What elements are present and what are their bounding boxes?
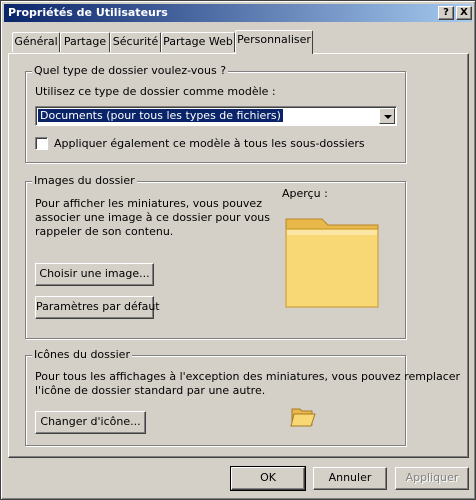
folder-template-select[interactable]: Documents (pour tous les types de fichie… bbox=[35, 106, 397, 126]
tab-web-sharing[interactable]: Partage Web bbox=[161, 32, 235, 52]
apply-to-subfolders-checkbox[interactable] bbox=[35, 137, 48, 150]
restore-default-button[interactable]: Paramètres par défaut bbox=[35, 296, 160, 319]
tab-general[interactable]: Général bbox=[12, 32, 60, 52]
properties-dialog: Propriétés de Utilisateurs ? X Général P… bbox=[0, 0, 476, 500]
folder-images-desc-1: Pour afficher les miniatures, vous pouve… bbox=[35, 197, 262, 210]
folder-preview-icon bbox=[285, 218, 379, 308]
cancel-button[interactable]: Annuler bbox=[313, 467, 387, 490]
folder-icons-desc-1: Pour tous les affichages à l'exception d… bbox=[35, 370, 461, 383]
folder-type-group: Quel type de dossier voulez-vous ? Utili… bbox=[25, 64, 406, 163]
ok-button[interactable]: OK bbox=[230, 466, 306, 491]
tab-customize[interactable]: Personnaliser bbox=[235, 30, 313, 54]
folder-type-legend: Quel type de dossier voulez-vous ? bbox=[32, 64, 229, 77]
apply-to-subfolders-label[interactable]: Appliquer également ce modèle à tous les… bbox=[54, 137, 365, 150]
folder-template-value: Documents (pour tous les types de fichie… bbox=[37, 108, 284, 123]
preview-label: Aperçu : bbox=[282, 187, 328, 200]
folder-images-desc-3: rappeler de son contenu. bbox=[35, 225, 174, 238]
folder-icons-group: Icônes du dossier Pour tous les affichag… bbox=[25, 348, 460, 446]
chevron-down-icon[interactable] bbox=[379, 108, 395, 124]
folder-small-icon bbox=[290, 408, 316, 427]
folder-images-desc-2: associer une image à ce dossier pour vou… bbox=[35, 211, 271, 224]
folder-icons-desc-2: l'icône de dossier standard par une autr… bbox=[35, 384, 266, 397]
tab-security[interactable]: Sécurité bbox=[110, 32, 161, 52]
apply-button[interactable]: Appliquer bbox=[395, 467, 469, 490]
customize-panel: Quel type de dossier voulez-vous ? Utili… bbox=[8, 53, 469, 458]
tab-sharing[interactable]: Partage bbox=[60, 32, 110, 52]
tab-strip: Général Partage Sécurité Partage Web Per… bbox=[1, 1, 476, 61]
template-label: Utilisez ce type de dossier comme modèle… bbox=[35, 85, 276, 98]
folder-images-legend: Images du dossier bbox=[32, 174, 137, 187]
choose-image-button[interactable]: Choisir une image... bbox=[35, 263, 154, 286]
folder-icons-legend: Icônes du dossier bbox=[32, 348, 132, 361]
change-icon-button[interactable]: Changer d'icône... bbox=[35, 411, 146, 434]
